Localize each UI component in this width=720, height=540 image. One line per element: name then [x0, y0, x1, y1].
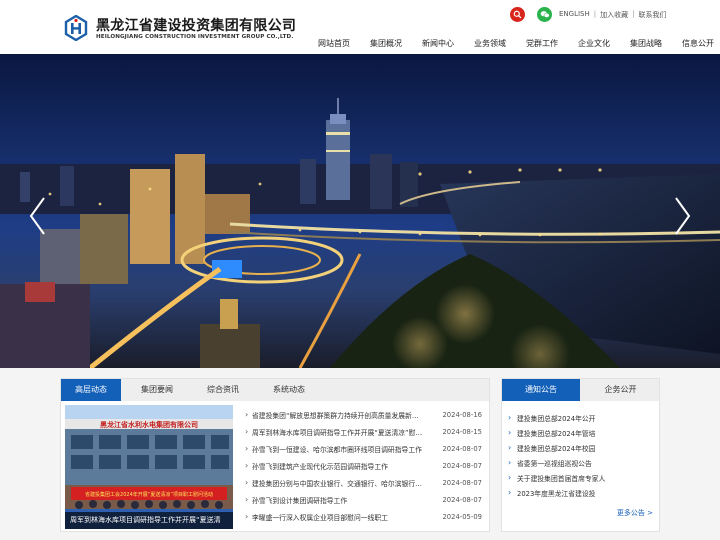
bullet-icon: › — [508, 473, 512, 482]
news-title[interactable]: 孙雪飞到建筑产业现代化示范园调研指导工作 — [252, 461, 430, 471]
news-list-item[interactable]: › 周军到林海水库项目调研指导工作并开展“夏送清凉”慰… 2024-08-15 — [245, 423, 487, 440]
news-date: 2024-08-07 — [442, 495, 482, 504]
bullet-icon: › — [245, 512, 249, 521]
nav-item-disclosure[interactable]: 信息公开 — [682, 38, 714, 49]
news-date: 2024-08-15 — [442, 427, 482, 436]
banner-text: 省建投集团工会2024年开展“夏送清凉”项目职工慰问活动 — [85, 491, 213, 498]
news-title[interactable]: 建投集团分别与中国农业银行、交通银行、哈尔滨银行… — [252, 478, 430, 488]
nav-item-culture[interactable]: 企业文化 — [578, 38, 610, 49]
bullet-icon: › — [245, 427, 249, 436]
top-links: ENGLISH | 加入收藏 | 联系我们 — [559, 10, 666, 20]
tab-system-news[interactable]: 系统动态 — [259, 379, 319, 401]
notice-list-item[interactable]: › 2023年度黑龙江省建设投 — [508, 485, 656, 500]
wechat-button[interactable] — [537, 7, 552, 22]
notice-title[interactable]: 建投集团总部2024年公开 — [517, 413, 595, 423]
link-separator: | — [632, 10, 635, 18]
tab-group-news[interactable]: 集团要闻 — [127, 379, 187, 401]
featured-news-caption[interactable]: 周军到林海水库项目调研指导工作并开展“夏送清 — [65, 512, 233, 529]
news-date: 2024-08-07 — [442, 444, 482, 453]
search-button[interactable] — [510, 7, 525, 22]
news-title[interactable]: 省建投集团“解放思想群策群力持续开创高质量发展新… — [252, 410, 430, 420]
nav-item-business[interactable]: 业务领域 — [474, 38, 506, 49]
notice-list: › 建投集团总部2024年公开 › 建投集团总部2024年管培 › 建投集团总部… — [508, 410, 656, 500]
english-link[interactable]: ENGLISH — [559, 10, 590, 20]
notice-list-item[interactable]: › 建投集团总部2024年公开 — [508, 410, 656, 425]
news-date: 2024-08-07 — [442, 461, 482, 470]
news-list-item[interactable]: › 省建投集团“解放思想群策群力持续开创高质量发展新… 2024-08-16 — [245, 406, 487, 423]
search-icon — [513, 10, 522, 19]
notice-list-item[interactable]: › 关于建投集团首届首席专家人 — [508, 470, 656, 485]
nav-item-party[interactable]: 党群工作 — [526, 38, 558, 49]
featured-photo: 黑龙江省水利水电集团有限公司 省建投集团工会2024年开展“夏送清凉”项目职工慰… — [65, 405, 233, 529]
notice-list-item[interactable]: › 建投集团总部2024年校园 — [508, 440, 656, 455]
notice-title[interactable]: 关于建投集团首届首席专家人 — [517, 473, 605, 483]
bullet-icon: › — [508, 443, 512, 452]
news-list-item[interactable]: › 孙雪飞到一恒建设、哈尔滨都市圈环线项目调研指导工作 2024-08-07 — [245, 440, 487, 457]
nav-item-news[interactable]: 新闻中心 — [422, 38, 454, 49]
bullet-icon: › — [245, 461, 249, 470]
more-notices-link[interactable]: 更多公告 > — [617, 508, 653, 518]
banner-next-arrow[interactable] — [674, 196, 692, 236]
news-date: 2024-08-07 — [442, 478, 482, 487]
news-tabs: 高层动态 集团要闻 综合资讯 系统动态 — [61, 379, 489, 401]
news-panel: 高层动态 集团要闻 综合资讯 系统动态 黑龙江省水利水电集团有限公司 省建投集团… — [60, 378, 490, 532]
notice-title[interactable]: 省委第一巡视组巡视公告 — [517, 458, 592, 468]
banner-prev-arrow[interactable] — [28, 196, 46, 236]
news-list-item[interactable]: › 孙雪飞到建筑产业现代化示范园调研指导工作 2024-08-07 — [245, 457, 487, 474]
news-list: › 省建投集团“解放思想群策群力持续开创高质量发展新… 2024-08-16 ›… — [245, 406, 487, 525]
news-title[interactable]: 周军到林海水库项目调研指导工作并开展“夏送清凉”慰… — [252, 427, 430, 437]
company-logo[interactable] — [64, 15, 88, 41]
wechat-icon — [540, 11, 550, 18]
bullet-icon: › — [245, 410, 249, 419]
nav-item-overview[interactable]: 集团概况 — [370, 38, 402, 49]
news-title[interactable]: 孙雪飞到一恒建设、哈尔滨都市圈环线项目调研指导工作 — [252, 444, 430, 454]
news-date: 2024-05-09 — [442, 512, 482, 521]
nav-item-home[interactable]: 网站首页 — [318, 38, 350, 49]
bullet-icon: › — [508, 458, 512, 467]
link-separator: | — [593, 10, 597, 18]
contact-us-link[interactable]: 联系我们 — [638, 10, 666, 20]
site-header: 黑龙江省建设投资集团有限公司 HEILONGJIANG CONSTRUCTION… — [0, 0, 720, 54]
tab-leadership-news[interactable]: 高层动态 — [61, 379, 121, 401]
notice-tabs: 通知公告 企务公开 — [502, 379, 659, 401]
bullet-icon: › — [508, 413, 512, 422]
notice-list-item[interactable]: › 省委第一巡视组巡视公告 — [508, 455, 656, 470]
main-nav: 网站首页 集团概况 新闻中心 业务领域 党群工作 企业文化 集团战略 信息公开 — [298, 38, 714, 49]
nav-item-strategy[interactable]: 集团战略 — [630, 38, 662, 49]
bullet-icon: › — [508, 428, 512, 437]
news-date: 2024-08-16 — [442, 410, 482, 419]
news-list-item[interactable]: › 建投集团分别与中国农业银行、交通银行、哈尔滨银行… 2024-08-07 — [245, 474, 487, 491]
tab-disclosure[interactable]: 企务公开 — [582, 379, 659, 401]
homepage: 黑龙江省建设投资集团有限公司 HEILONGJIANG CONSTRUCTION… — [0, 0, 720, 540]
notice-panel: 通知公告 企务公开 › 建投集团总部2024年公开 › 建投集团总部2024年管… — [501, 378, 660, 532]
top-icon-group — [510, 7, 552, 22]
company-name: 黑龙江省建设投资集团有限公司 — [96, 18, 297, 34]
night-city-image — [0, 54, 720, 368]
tab-general-news[interactable]: 综合资讯 — [193, 379, 253, 401]
sign-text: 黑龙江省水利水电集团有限公司 — [100, 420, 198, 429]
notice-title[interactable]: 建投集团总部2024年校园 — [517, 443, 595, 453]
bullet-icon: › — [245, 478, 249, 487]
notice-title[interactable]: 建投集团总部2024年管培 — [517, 428, 595, 438]
bullet-icon: › — [245, 495, 249, 504]
add-favorite-link[interactable]: 加入收藏 — [600, 10, 628, 20]
hero-banner[interactable] — [0, 54, 720, 368]
bullet-icon: › — [245, 444, 249, 453]
tab-notices[interactable]: 通知公告 — [502, 379, 580, 401]
featured-news-image[interactable]: 黑龙江省水利水电集团有限公司 省建投集团工会2024年开展“夏送清凉”项目职工慰… — [65, 405, 233, 529]
news-title[interactable]: 孙雪飞到设计集团调研指导工作 — [252, 495, 430, 505]
news-list-item[interactable]: › 孙雪飞到设计集团调研指导工作 2024-08-07 — [245, 491, 487, 508]
news-list-item[interactable]: › 李曜盛一行深入权属企业项目部慰问一线职工 2024-05-09 — [245, 508, 487, 525]
bullet-icon: › — [508, 488, 512, 497]
notice-title[interactable]: 2023年度黑龙江省建设投 — [517, 488, 595, 498]
news-title[interactable]: 李曜盛一行深入权属企业项目部慰问一线职工 — [252, 512, 430, 522]
notice-list-item[interactable]: › 建投集团总部2024年管培 — [508, 425, 656, 440]
company-name-english: HEILONGJIANG CONSTRUCTION INVESTMENT GRO… — [96, 34, 294, 40]
